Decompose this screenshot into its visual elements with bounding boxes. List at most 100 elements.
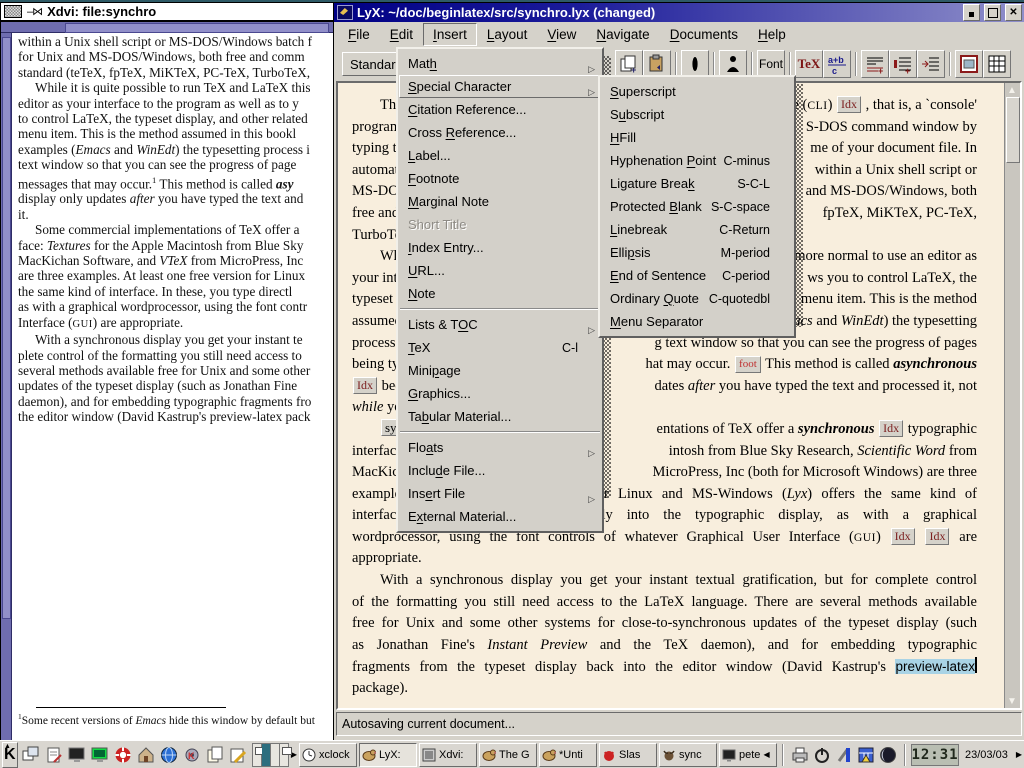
menubar-item-documents[interactable]: Documents	[660, 23, 748, 46]
menu-item-ellipsis[interactable]: EllipsisM-period	[601, 241, 793, 264]
task-button-xclock[interactable]: xclock	[299, 743, 357, 767]
menubar-item-view[interactable]: View	[537, 23, 586, 46]
menu-item-cross-reference[interactable]: Cross Reference...	[399, 121, 601, 144]
margin-icon[interactable]: +	[889, 50, 917, 78]
tray-power-icon[interactable]	[811, 744, 833, 766]
emph-icon[interactable]	[681, 50, 709, 78]
menu-item-url[interactable]: URL...	[399, 259, 601, 282]
font-button[interactable]: Font	[757, 50, 785, 78]
menu-item-short-title[interactable]: Short Title	[399, 213, 601, 236]
task-button-xdvi[interactable]: Xdvi:	[419, 743, 477, 767]
footnote-icon[interactable]: +	[861, 50, 889, 78]
menu-item-linebreak[interactable]: LinebreakC-Return	[601, 218, 793, 241]
menu-item-end-of-sentence[interactable]: End of SentenceC-period	[601, 264, 793, 287]
launcher-gear-icon[interactable]: K	[181, 743, 204, 766]
document-scrollbar[interactable]: ▲ ▼	[1004, 83, 1020, 708]
task-button-pete[interactable]: pete◀	[719, 743, 777, 767]
menu-item-math[interactable]: Math▷	[399, 52, 601, 75]
xdvi-horizontal-scrollbar[interactable]	[1, 22, 334, 33]
menubar-item-file[interactable]: File	[338, 23, 380, 46]
task-button-unti[interactable]: *Unti	[539, 743, 597, 767]
inset-idx-button[interactable]: Idx	[353, 377, 377, 394]
depth-icon[interactable]	[917, 50, 945, 78]
task-button-theg[interactable]: The G	[479, 743, 537, 767]
menu-item-ligature-break[interactable]: Ligature BreakS-C-L	[601, 172, 793, 195]
xdvi-titlebar[interactable]: –⋈ Xdvi: file:synchro	[1, 3, 334, 22]
inset-foot-button[interactable]: foot	[735, 356, 761, 373]
inset-idx-button[interactable]: Idx	[891, 528, 915, 545]
k-menu-button[interactable]: K▲	[2, 742, 18, 768]
pager-desktop-4[interactable]	[280, 744, 288, 766]
desktop-pager[interactable]	[252, 743, 289, 767]
tray-organizer-icon[interactable]	[855, 744, 877, 766]
math-icon[interactable]: a+bc	[823, 50, 851, 78]
taskbar-clock[interactable]: 12:31	[911, 744, 959, 766]
launcher-browser-icon[interactable]	[158, 743, 181, 766]
menubar-item-layout[interactable]: Layout	[477, 23, 538, 46]
pager-desktop-3[interactable]	[271, 744, 280, 766]
panel-hide-icon[interactable]: ▶	[1016, 744, 1022, 766]
menu-item-hyphenation-point[interactable]: Hyphenation PointC-minus	[601, 149, 793, 172]
tray-klipper-icon[interactable]	[833, 744, 855, 766]
menu-item-subscript[interactable]: Subscript	[601, 103, 793, 126]
menu-item-minipage[interactable]: Minipage	[399, 359, 601, 382]
lyx-titlebar[interactable]: LyX: ~/doc/beginlatex/src/synchro.lyx (c…	[334, 3, 1024, 22]
menu-item-include-file[interactable]: Include File...	[399, 459, 601, 482]
menu-item-index-entry[interactable]: Index Entry...	[399, 236, 601, 259]
task-button-slas[interactable]: Slas	[599, 743, 657, 767]
paste-icon[interactable]	[643, 50, 671, 78]
menu-item-protected-blank[interactable]: Protected BlankS-C-space	[601, 195, 793, 218]
tex-mode-icon[interactable]: TeX	[795, 50, 823, 78]
menu-item-external-material[interactable]: External Material...	[399, 505, 601, 528]
scrollbar-thumb[interactable]	[1006, 97, 1020, 163]
launcher-konsole-icon[interactable]	[89, 743, 112, 766]
launcher-notes-icon[interactable]	[43, 743, 66, 766]
iconify-button[interactable]	[4, 5, 22, 18]
menu-item-ordinary-quote[interactable]: Ordinary QuoteC-quotedbl	[601, 287, 793, 310]
tray-printer-icon[interactable]	[789, 744, 811, 766]
menu-item-graphics[interactable]: Graphics...	[399, 382, 601, 405]
inset-idx-button[interactable]: Idx	[879, 420, 903, 437]
scroll-up-icon[interactable]: ▲	[1006, 84, 1018, 96]
inset-idx-button[interactable]: Idx	[837, 96, 861, 113]
pager-desktop-1[interactable]	[253, 744, 262, 766]
table-icon[interactable]	[983, 50, 1011, 78]
copy-icon[interactable]: +	[615, 50, 643, 78]
inset-idx-button[interactable]: Idx	[925, 528, 949, 545]
menubar-item-edit[interactable]: Edit	[380, 23, 423, 46]
figure-icon[interactable]	[955, 50, 983, 78]
xdvi-vertical-scrollbar[interactable]	[1, 33, 12, 741]
menu-item-lists-toc[interactable]: Lists & TOC▷	[399, 313, 601, 336]
pager-desktop-2[interactable]	[262, 744, 271, 766]
menu-item-superscript[interactable]: Superscript	[601, 80, 793, 103]
maximize-button[interactable]	[984, 4, 1001, 21]
launcher-documents-icon[interactable]	[204, 743, 227, 766]
launcher-help-icon[interactable]	[112, 743, 135, 766]
launcher-terminal-dark-icon[interactable]	[66, 743, 89, 766]
menu-item-label[interactable]: Label...	[399, 144, 601, 167]
menu-item-citation-reference[interactable]: Citation Reference...	[399, 98, 601, 121]
scroll-down-icon[interactable]: ▼	[1006, 695, 1018, 707]
menu-item-tabular-material[interactable]: Tabular Material...	[399, 405, 601, 428]
menu-item-tex[interactable]: TeXC-l	[399, 336, 601, 359]
task-button-sync[interactable]: sync	[659, 743, 717, 767]
menu-item-insert-file[interactable]: Insert File▷	[399, 482, 601, 505]
menu-item-note[interactable]: Note	[399, 282, 601, 305]
menubar-item-help[interactable]: Help	[748, 23, 796, 46]
menu-item-hfill[interactable]: HFill	[601, 126, 793, 149]
menu-item-special-character[interactable]: Special Character▷	[399, 75, 601, 98]
menubar-item-navigate[interactable]: Navigate	[586, 23, 659, 46]
menu-item-footnote[interactable]: Footnote	[399, 167, 601, 190]
menu-item-floats[interactable]: Floats▷	[399, 436, 601, 459]
noun-icon[interactable]	[719, 50, 747, 78]
menu-item-menu-separator[interactable]: Menu Separator	[601, 310, 793, 333]
menubar-item-insert[interactable]: Insert	[423, 23, 477, 46]
menu-item-marginal-note[interactable]: Marginal Note	[399, 190, 601, 213]
close-button[interactable]: ✕	[1005, 4, 1022, 21]
task-button-lyx[interactable]: LyX:	[359, 743, 417, 767]
launcher-home-icon[interactable]	[135, 743, 158, 766]
launcher-window-list-icon[interactable]	[20, 743, 43, 766]
launcher-editor-icon[interactable]	[227, 743, 250, 766]
xdvi-vscroll-thumb[interactable]	[2, 37, 11, 619]
minimize-button[interactable]	[963, 4, 980, 21]
